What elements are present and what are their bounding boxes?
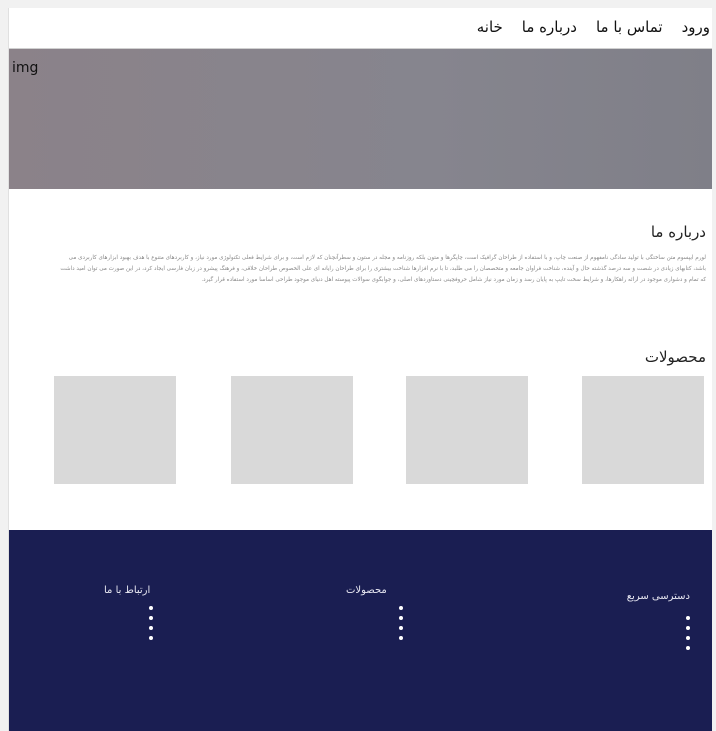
footer-link-dot[interactable]: [399, 616, 403, 620]
page: خانه درباره ما تماس با ما ورود img دربار…: [8, 8, 712, 731]
footer-products-links: [399, 606, 404, 640]
footer-link-dot[interactable]: [399, 626, 403, 630]
footer-contact-title: ارتباط با ما: [104, 585, 151, 596]
footer-link-dot[interactable]: [399, 606, 403, 610]
nav-item-about[interactable]: درباره ما: [522, 18, 577, 36]
product-card-4[interactable]: [54, 376, 176, 484]
nav-item-login[interactable]: ورود: [682, 18, 710, 36]
nav-item-home[interactable]: خانه: [477, 18, 503, 36]
footer-link-dot[interactable]: [149, 606, 153, 610]
footer-link-dot[interactable]: [686, 646, 690, 650]
products-section-title: محصولات: [644, 348, 706, 366]
footer-link-dot[interactable]: [686, 616, 690, 620]
product-card-2[interactable]: [406, 376, 528, 484]
hero-banner-image: img: [9, 49, 712, 189]
about-section-text: لورم ایپسوم متن ساختگی با تولید سادگی نا…: [60, 255, 706, 283]
footer-link-dot[interactable]: [149, 616, 153, 620]
footer-quick-access-title: دسترسی سریع: [626, 591, 690, 602]
hero-image-alt-text: img: [12, 60, 39, 76]
top-navbar: خانه درباره ما تماس با ما ورود: [9, 8, 712, 49]
footer-products-title: محصولات: [346, 585, 387, 596]
footer: دسترسی سریع محصولات ارتباط با ما: [9, 530, 712, 731]
footer-link-dot[interactable]: [149, 626, 153, 630]
footer-link-dot[interactable]: [399, 636, 403, 640]
nav-menu: خانه درباره ما تماس با ما ورود: [477, 18, 710, 36]
footer-link-dot[interactable]: [149, 636, 153, 640]
nav-item-contact[interactable]: تماس با ما: [596, 18, 663, 36]
about-section-title: درباره ما: [650, 223, 706, 241]
footer-contact-links: [149, 606, 154, 640]
footer-quick-access-links: [686, 616, 691, 650]
footer-link-dot[interactable]: [686, 636, 690, 640]
product-card-3[interactable]: [231, 376, 353, 484]
footer-link-dot[interactable]: [686, 626, 690, 630]
product-card-1[interactable]: [582, 376, 704, 484]
